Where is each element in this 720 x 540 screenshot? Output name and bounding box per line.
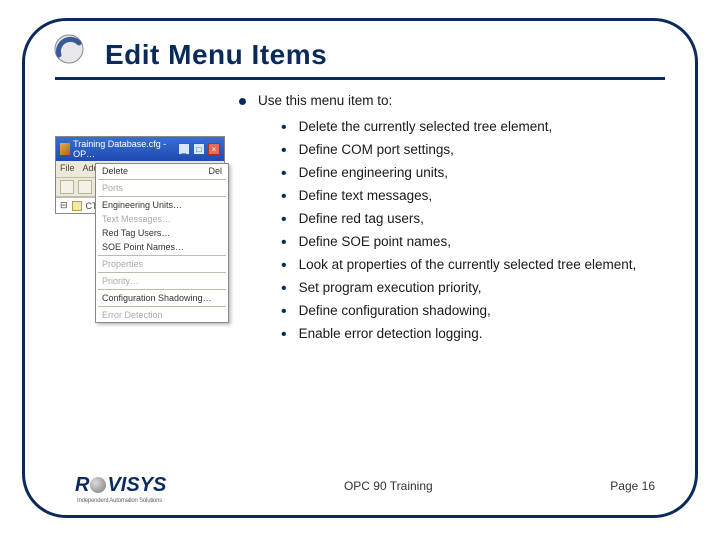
toolbar-button[interactable] [60, 180, 74, 194]
feature-list-item: Look at properties of the currently sele… [281, 255, 665, 277]
feature-list-item: Set program execution priority, [281, 278, 665, 300]
dropdown-item[interactable]: DeleteDel [96, 164, 228, 178]
page-title: Edit Menu Items [105, 39, 665, 71]
feature-list: Delete the currently selected tree eleme… [281, 117, 665, 347]
header: Edit Menu Items [55, 39, 665, 80]
dropdown-item[interactable]: SOE Point Names… [96, 240, 228, 254]
text-column: Use this menu item to: Delete the curren… [239, 92, 665, 347]
feature-list-item: Define text messages, [281, 186, 665, 208]
edit-dropdown-menu: DeleteDel Ports Engineering Units…Text Mes… [95, 163, 229, 323]
globe-icon [90, 477, 106, 493]
dropdown-item[interactable]: Configuration Shadowing… [96, 291, 228, 305]
folder-icon [72, 201, 82, 211]
page-number: Page 16 [610, 479, 655, 493]
feature-list-item: Define engineering units, [281, 163, 665, 185]
intro-text: Use this menu item to: [258, 92, 392, 111]
footer-center-text: OPC 90 Training [166, 479, 610, 493]
menu-file[interactable]: File [60, 163, 75, 175]
toolbar-button[interactable] [78, 180, 92, 194]
tree-toggle-icon[interactable]: ⊟ [60, 200, 68, 211]
feature-list-item: Define SOE point names, [281, 232, 665, 254]
dropdown-item[interactable]: Engineering Units… [96, 198, 228, 212]
feature-list-item: Enable error detection logging. [281, 324, 665, 346]
close-button[interactable]: × [208, 143, 220, 155]
slide-frame: Edit Menu Items Training Database.cfg - … [22, 18, 698, 518]
bullet-icon [239, 98, 246, 105]
feature-list-item: Delete the currently selected tree eleme… [281, 117, 665, 139]
dropdown-item: Priority… [96, 274, 228, 288]
content: Training Database.cfg - OP… _ □ × File A… [55, 92, 665, 347]
maximize-button[interactable]: □ [193, 143, 205, 155]
app-screenshot: Training Database.cfg - OP… _ □ × File A… [55, 136, 225, 214]
footer-logo: RVISYS Independent Automation Solutions [75, 474, 166, 497]
feature-list-item: Define red tag users, [281, 209, 665, 231]
feature-list-item: Define COM port settings, [281, 140, 665, 162]
dropdown-item: Properties [96, 257, 228, 271]
dropdown-item: Text Messages… [96, 212, 228, 226]
dropdown-item: Ports [96, 181, 228, 195]
window-titlebar: Training Database.cfg - OP… _ □ × [56, 137, 224, 161]
dropdown-item: Error Detection [96, 308, 228, 322]
feature-list-item: Define configuration shadowing, [281, 301, 665, 323]
app-icon [60, 143, 70, 155]
footer: RVISYS Independent Automation Solutions … [25, 474, 695, 497]
dropdown-item[interactable]: Red Tag Users… [96, 226, 228, 240]
window-title-text: Training Database.cfg - OP… [73, 139, 172, 159]
header-logo-icon [51, 31, 87, 67]
intro-row: Use this menu item to: [239, 92, 665, 111]
minimize-button[interactable]: _ [178, 143, 190, 155]
footer-brand-tag: Independent Automation Solutions [77, 498, 162, 504]
